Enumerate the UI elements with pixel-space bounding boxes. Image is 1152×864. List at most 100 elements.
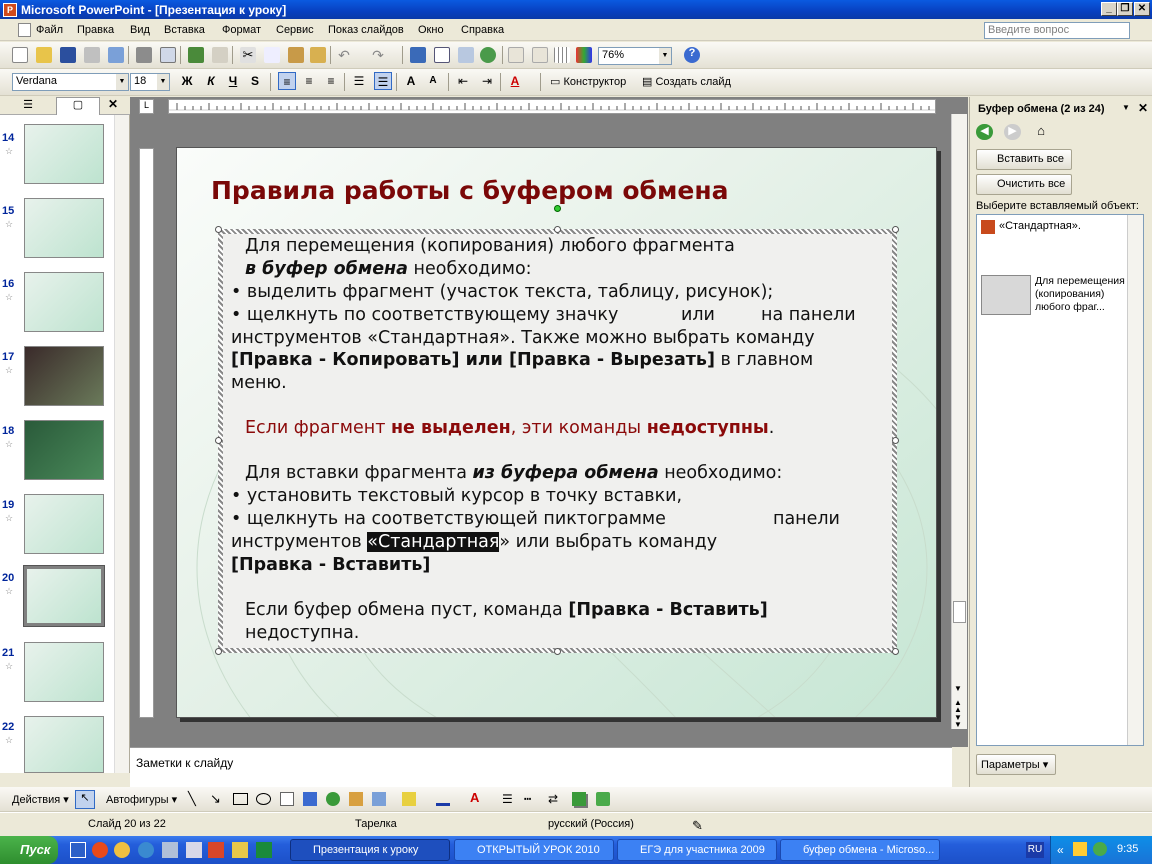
slide-thumbnail[interactable] bbox=[24, 272, 104, 332]
selected-text[interactable]: «Стандартная bbox=[367, 532, 500, 552]
volume-icon[interactable] bbox=[1073, 842, 1087, 856]
increase-font-button[interactable]: A bbox=[402, 72, 420, 90]
menu-insert[interactable]: Вставка bbox=[164, 24, 205, 36]
thumbnail-scrollbar[interactable] bbox=[114, 115, 129, 773]
document-icon[interactable] bbox=[186, 842, 202, 858]
expand-tray-icon[interactable]: « bbox=[1057, 843, 1064, 857]
wordart-icon[interactable] bbox=[303, 792, 317, 806]
slide-thumbnail[interactable] bbox=[24, 124, 104, 184]
open-icon[interactable] bbox=[36, 47, 52, 63]
resize-handle[interactable] bbox=[554, 226, 561, 233]
resize-handle[interactable] bbox=[554, 648, 561, 655]
show-formatting-icon[interactable] bbox=[532, 47, 548, 63]
powerpoint-app-icon[interactable]: P bbox=[3, 2, 17, 17]
diagram-icon[interactable] bbox=[326, 792, 340, 806]
help-icon[interactable]: ? bbox=[684, 47, 700, 63]
insert-chart-icon[interactable] bbox=[410, 47, 426, 63]
font-color-icon[interactable]: A bbox=[470, 790, 479, 805]
tables-borders-icon[interactable] bbox=[458, 47, 474, 63]
resize-handle[interactable] bbox=[215, 648, 222, 655]
home-icon[interactable]: ⌂ bbox=[1032, 123, 1050, 141]
notes-pane[interactable]: Заметки к слайду bbox=[130, 747, 952, 787]
slide-thumbnail[interactable] bbox=[24, 716, 104, 773]
insert-table-icon[interactable] bbox=[434, 47, 450, 63]
menu-edit[interactable]: Правка bbox=[77, 24, 114, 36]
clipboard-scrollbar[interactable] bbox=[1127, 215, 1143, 745]
research-icon[interactable] bbox=[212, 47, 228, 63]
paste-icon[interactable] bbox=[288, 47, 304, 63]
clipart-icon[interactable] bbox=[349, 792, 363, 806]
excel-icon[interactable] bbox=[256, 842, 272, 858]
clipboard-item[interactable]: «Стандартная». bbox=[999, 220, 1081, 232]
ie-icon[interactable] bbox=[138, 842, 154, 858]
align-center-button[interactable]: ≡ bbox=[300, 72, 318, 90]
paint-icon[interactable] bbox=[232, 842, 248, 858]
chevron-down-icon[interactable]: ▼ bbox=[116, 74, 128, 90]
font-size-combo[interactable]: 18 ▼ bbox=[130, 73, 170, 91]
scrollbar-thumb[interactable] bbox=[953, 601, 966, 623]
close-button[interactable]: ✕ bbox=[1134, 2, 1150, 16]
menu-tools[interactable]: Сервис bbox=[276, 24, 314, 36]
options-button[interactable]: Параметры ▾ bbox=[976, 754, 1056, 775]
slide-thumbnail[interactable] bbox=[24, 346, 104, 406]
menu-format[interactable]: Формат bbox=[222, 24, 261, 36]
word-icon[interactable] bbox=[70, 842, 86, 858]
help-question-input[interactable]: Введите вопрос bbox=[984, 22, 1130, 39]
chevron-down-icon[interactable]: ▼ bbox=[954, 684, 962, 693]
resize-handle[interactable] bbox=[892, 437, 899, 444]
shadow-button[interactable]: S bbox=[246, 72, 264, 90]
grid-icon[interactable] bbox=[554, 47, 570, 63]
print-preview-icon[interactable] bbox=[160, 47, 176, 63]
permission-icon[interactable] bbox=[84, 47, 100, 63]
slide-thumbnail[interactable] bbox=[24, 198, 104, 258]
oval-icon[interactable] bbox=[256, 793, 271, 805]
task-powerpoint[interactable]: Презентация к уроку bbox=[290, 839, 450, 861]
task-folder-lesson[interactable]: ОТКРЫТЫЙ УРОК 2010 bbox=[454, 839, 614, 861]
expand-all-icon[interactable] bbox=[508, 47, 524, 63]
menu-file[interactable]: Файл bbox=[36, 24, 63, 36]
decrease-indent-button[interactable]: ⇤ bbox=[454, 72, 472, 90]
horizontal-ruler[interactable] bbox=[168, 99, 938, 114]
close-icon[interactable]: ✕ bbox=[1138, 101, 1148, 115]
previous-slide-icon[interactable]: ▲ ▲ bbox=[954, 699, 962, 714]
chevron-down-icon[interactable]: ▼ bbox=[659, 48, 671, 64]
chevron-down-icon[interactable]: ▼ bbox=[157, 74, 169, 90]
clipboard-item[interactable]: Для перемещения (копирования) любого фра… bbox=[1035, 275, 1125, 314]
tab-selector[interactable]: L bbox=[139, 99, 154, 114]
save-icon[interactable] bbox=[60, 47, 76, 63]
back-icon[interactable]: ◀ bbox=[976, 124, 993, 140]
font-color-button[interactable]: A bbox=[506, 72, 524, 90]
start-button[interactable]: Пуск bbox=[0, 836, 58, 864]
textbox-icon[interactable] bbox=[280, 792, 294, 806]
align-left-button[interactable]: ≡ bbox=[278, 72, 296, 90]
next-slide-icon[interactable]: ▼ ▼ bbox=[954, 714, 962, 729]
bold-button[interactable]: Ж bbox=[178, 72, 196, 90]
minimize-button[interactable]: _ bbox=[1101, 2, 1117, 16]
slide-thumbnail[interactable] bbox=[24, 420, 104, 480]
3d-style-icon[interactable] bbox=[596, 792, 610, 806]
arrow-icon[interactable]: ↘ bbox=[210, 791, 221, 807]
email-icon[interactable] bbox=[108, 47, 124, 63]
spelling-icon[interactable] bbox=[188, 47, 204, 63]
forward-icon[interactable]: ▶ bbox=[1004, 124, 1021, 140]
media-icon[interactable] bbox=[114, 842, 130, 858]
redo-icon[interactable]: ↷ bbox=[370, 47, 386, 63]
numbering-button[interactable]: ☰ bbox=[350, 72, 368, 90]
designer-button[interactable]: ▭ Конструктор bbox=[550, 75, 626, 88]
line-style-icon[interactable]: ☰ bbox=[502, 792, 513, 806]
antivirus-icon[interactable] bbox=[1093, 842, 1107, 856]
underline-button[interactable]: Ч bbox=[224, 72, 242, 90]
decrease-font-button[interactable]: A bbox=[424, 72, 442, 90]
print-icon[interactable] bbox=[136, 47, 152, 63]
rectangle-icon[interactable] bbox=[233, 793, 248, 805]
copy-icon[interactable] bbox=[264, 47, 280, 63]
resize-handle[interactable] bbox=[892, 648, 899, 655]
browser-icon[interactable] bbox=[92, 842, 108, 858]
resize-handle[interactable] bbox=[215, 437, 222, 444]
line-icon[interactable]: ╲ bbox=[188, 791, 196, 807]
font-name-combo[interactable]: Verdana ▼ bbox=[12, 73, 129, 91]
zoom-combo[interactable]: 76% ▼ bbox=[598, 47, 672, 65]
clock[interactable]: 9:35 bbox=[1117, 843, 1138, 855]
chevron-down-icon[interactable]: ▼ bbox=[1122, 103, 1130, 112]
outlook-icon[interactable] bbox=[208, 842, 224, 858]
